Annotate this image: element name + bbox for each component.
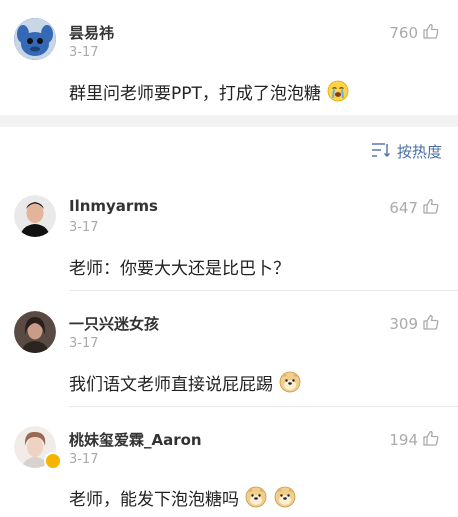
verified-badge-icon xyxy=(44,452,62,470)
avatar[interactable] xyxy=(14,18,56,60)
thumbs-up-icon xyxy=(422,197,440,219)
comment-date: 3-17 xyxy=(69,336,99,351)
like-count: 647 xyxy=(389,199,418,217)
comment-date: 3-17 xyxy=(69,220,99,235)
comment-text: 群里问老师要PPT，打成了泡泡糖 xyxy=(69,79,349,107)
comment-separator xyxy=(69,290,458,291)
doge-emoji-icon xyxy=(279,371,301,398)
sort-lines-icon xyxy=(371,142,391,162)
comment-author[interactable]: Ilnmyarms xyxy=(69,197,158,215)
doge-emoji-icon xyxy=(245,486,267,513)
avatar[interactable] xyxy=(14,311,56,353)
like-button[interactable]: 647 xyxy=(389,197,440,219)
like-count: 309 xyxy=(389,315,418,333)
comment-author[interactable]: 桃妹玺爱霖_Aaron xyxy=(69,429,202,450)
thumbs-up-icon xyxy=(422,429,440,451)
comment-text-content: 我们语文老师直接说屁屁踢 xyxy=(69,375,273,395)
comment-text-content: 老师，能发下泡泡糖吗 xyxy=(69,490,239,510)
comment-text-content: 群里问老师要PPT，打成了泡泡糖 xyxy=(69,84,321,104)
doge-emoji-icon xyxy=(274,486,296,513)
comment-text: 我们语文老师直接说屁屁踢 xyxy=(69,370,301,398)
comment-date: 3-17 xyxy=(69,452,99,467)
comment-author[interactable]: 一只兴迷女孩 xyxy=(69,313,159,334)
avatar[interactable] xyxy=(14,195,56,237)
comment-date: 3-17 xyxy=(69,45,99,60)
like-count: 194 xyxy=(389,431,418,449)
comment-author[interactable]: 昙易祎 xyxy=(69,22,114,43)
comment-separator xyxy=(69,406,458,407)
like-button[interactable]: 760 xyxy=(389,22,440,44)
comment-text: 老师，能发下泡泡糖吗 xyxy=(69,485,296,513)
sort-label: 按热度 xyxy=(396,143,442,161)
thumbs-up-icon xyxy=(422,313,440,335)
thumbs-up-icon xyxy=(422,22,440,44)
comment-text: 老师：你要大大还是比巴卜？ xyxy=(69,259,290,279)
sort-button[interactable]: 按热度 xyxy=(371,141,442,162)
section-divider xyxy=(0,115,458,127)
like-count: 760 xyxy=(389,24,418,42)
crying-emoji-icon xyxy=(327,80,349,107)
like-button[interactable]: 194 xyxy=(389,429,440,451)
like-button[interactable]: 309 xyxy=(389,313,440,335)
